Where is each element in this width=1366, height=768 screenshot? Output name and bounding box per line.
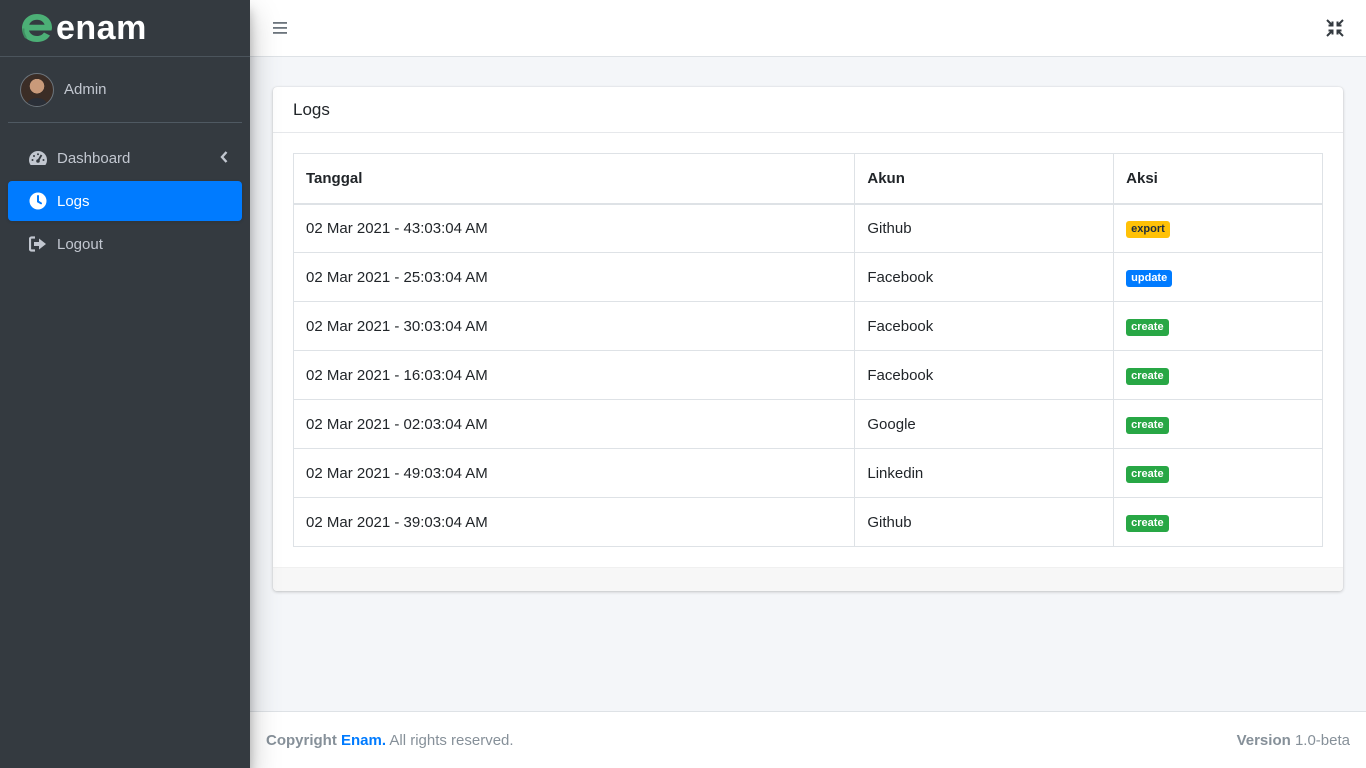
cell-akun: Github bbox=[854, 203, 1115, 253]
cell-aksi: create bbox=[1113, 497, 1323, 547]
sidebar-item-logout[interactable]: Logout bbox=[8, 224, 242, 264]
logs-card: Logs Tanggal Akun Aksi 02 Mar 2021 - 43:… bbox=[273, 87, 1343, 591]
topbar bbox=[250, 0, 1366, 57]
action-badge: update bbox=[1126, 269, 1173, 287]
action-badge: create bbox=[1126, 465, 1169, 483]
clock-icon bbox=[28, 191, 48, 211]
table-row: 02 Mar 2021 - 25:03:04 AM Facebook updat… bbox=[292, 252, 1323, 302]
table-row: 02 Mar 2021 - 02:03:04 AM Google create bbox=[292, 399, 1323, 449]
brand-link[interactable]: enam bbox=[0, 0, 250, 57]
action-badge: export bbox=[1126, 220, 1170, 238]
sidebar-item-logs[interactable]: Logs bbox=[8, 181, 242, 221]
sidebar-nav: Dashboard Logs Logout bbox=[0, 130, 250, 264]
cell-date: 02 Mar 2021 - 25:03:04 AM bbox=[292, 252, 856, 302]
sidebar-item-label: Dashboard bbox=[57, 149, 131, 167]
version-value: 1.0-beta bbox=[1294, 731, 1350, 749]
brand-name: enam bbox=[56, 9, 147, 47]
page-footer: Copyright Enam. All rights reserved. Ver… bbox=[250, 711, 1366, 768]
cell-aksi: export bbox=[1113, 203, 1323, 253]
card-footer bbox=[273, 567, 1343, 591]
cell-date: 02 Mar 2021 - 02:03:04 AM bbox=[292, 399, 856, 449]
user-name: Admin bbox=[64, 81, 107, 98]
cell-aksi: update bbox=[1113, 252, 1323, 302]
table-row: 02 Mar 2021 - 39:03:04 AM Github create bbox=[292, 497, 1323, 547]
column-header-aksi[interactable]: Aksi bbox=[1113, 153, 1323, 205]
cell-akun: Github bbox=[854, 497, 1115, 547]
cell-akun: Facebook bbox=[854, 350, 1115, 400]
column-header-akun[interactable]: Akun bbox=[854, 153, 1115, 205]
user-panel[interactable]: Admin bbox=[8, 57, 242, 123]
cell-akun: Google bbox=[854, 399, 1115, 449]
column-header-tanggal[interactable]: Tanggal bbox=[292, 153, 856, 205]
rights-text: All rights reserved. bbox=[389, 731, 514, 749]
logs-table: Tanggal Akun Aksi 02 Mar 2021 - 43:03:04… bbox=[292, 153, 1323, 547]
sign-out-icon bbox=[28, 234, 48, 254]
brand-e-logo-icon bbox=[22, 14, 52, 42]
compress-icon[interactable] bbox=[1326, 19, 1344, 37]
table-row: 02 Mar 2021 - 43:03:04 AM Github export bbox=[292, 203, 1323, 253]
sidebar-item-label: Logout bbox=[57, 235, 103, 253]
action-badge: create bbox=[1126, 367, 1169, 385]
cell-akun: Facebook bbox=[854, 301, 1115, 351]
chevron-left-icon bbox=[220, 150, 228, 167]
version: Version 1.0-beta bbox=[1237, 732, 1350, 749]
table-row: 02 Mar 2021 - 16:03:04 AM Facebook creat… bbox=[292, 350, 1323, 400]
avatar bbox=[20, 72, 54, 107]
cell-aksi: create bbox=[1113, 448, 1323, 498]
brand-logo: enam bbox=[20, 11, 147, 45]
hamburger-icon[interactable] bbox=[272, 19, 290, 37]
cell-akun: Facebook bbox=[854, 252, 1115, 302]
cell-aksi: create bbox=[1113, 399, 1323, 449]
cell-date: 02 Mar 2021 - 49:03:04 AM bbox=[292, 448, 856, 498]
action-badge: create bbox=[1126, 318, 1169, 336]
tachometer-icon bbox=[28, 148, 48, 168]
action-badge: create bbox=[1126, 514, 1169, 532]
cell-aksi: create bbox=[1113, 350, 1323, 400]
action-badge: create bbox=[1126, 416, 1169, 434]
version-label: Version bbox=[1236, 731, 1291, 749]
cell-akun: Linkedin bbox=[854, 448, 1115, 498]
table-header-row: Tanggal Akun Aksi bbox=[292, 153, 1323, 205]
sidebar-item-label: Logs bbox=[57, 192, 90, 210]
brand-footer-link[interactable]: Enam. bbox=[341, 732, 386, 749]
cell-aksi: create bbox=[1113, 301, 1323, 351]
cell-date: 02 Mar 2021 - 43:03:04 AM bbox=[292, 203, 856, 253]
copyright: Copyright Enam. All rights reserved. bbox=[266, 732, 514, 749]
copyright-prefix: Copyright bbox=[266, 731, 337, 749]
card-body: Tanggal Akun Aksi 02 Mar 2021 - 43:03:04… bbox=[273, 133, 1343, 567]
card-header: Logs bbox=[273, 87, 1343, 133]
cell-date: 02 Mar 2021 - 16:03:04 AM bbox=[292, 350, 856, 400]
card-title: Logs bbox=[293, 99, 330, 119]
sidebar-item-dashboard[interactable]: Dashboard bbox=[8, 138, 242, 178]
table-row: 02 Mar 2021 - 49:03:04 AM Linkedin creat… bbox=[292, 448, 1323, 498]
cell-date: 02 Mar 2021 - 39:03:04 AM bbox=[292, 497, 856, 547]
table-row: 02 Mar 2021 - 30:03:04 AM Facebook creat… bbox=[292, 301, 1323, 351]
sidebar: enam Admin Dashboard Logs Logout bbox=[0, 0, 250, 768]
cell-date: 02 Mar 2021 - 30:03:04 AM bbox=[292, 301, 856, 351]
